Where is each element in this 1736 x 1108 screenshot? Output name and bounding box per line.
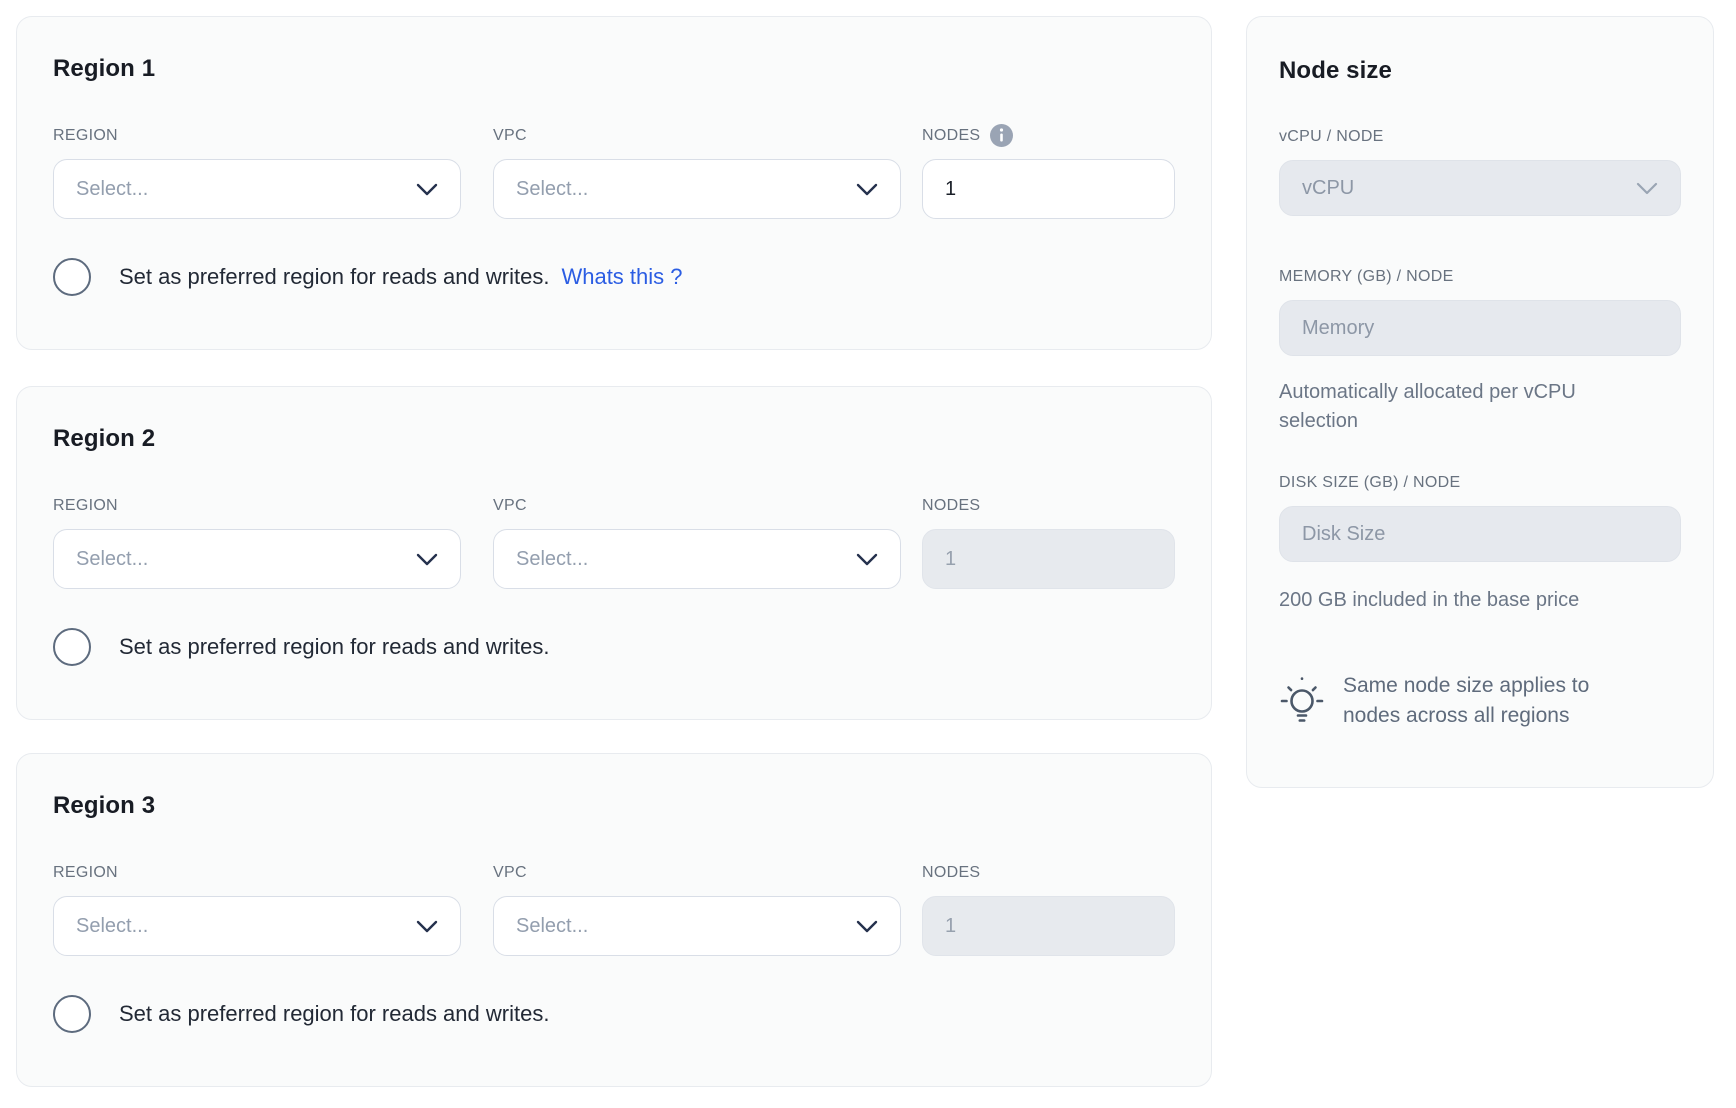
region-fields-row: REGION Select... VPC Select... NODES <box>53 496 1175 589</box>
nodes-label: NODES <box>922 126 1175 145</box>
disk-size-help-text: 200 GB included in the base price <box>1279 586 1639 615</box>
nodes-field: NODES <box>922 126 1175 219</box>
preferred-region-label: Set as preferred region for reads and wr… <box>119 1001 549 1027</box>
region-select-placeholder: Select... <box>76 178 148 201</box>
region-title: Region 3 <box>53 792 1175 820</box>
vpc-field: VPC Select... <box>493 863 901 956</box>
preferred-region-label: Set as preferred region for reads and wr… <box>119 264 549 290</box>
nodes-label-text: NODES <box>922 864 980 882</box>
node-size-card: Node size vCPU / NODE vCPU MEMORY (GB) /… <box>1246 16 1714 788</box>
nodes-input[interactable] <box>922 159 1175 219</box>
lightbulb-icon <box>1279 673 1325 723</box>
region-select[interactable]: Select... <box>53 896 461 956</box>
chevron-down-icon <box>856 553 878 566</box>
whats-this-link[interactable]: Whats this ? <box>561 264 682 290</box>
nodes-field: NODES <box>922 863 1175 956</box>
chevron-down-icon <box>856 183 878 196</box>
info-icon[interactable] <box>990 124 1013 147</box>
region-select[interactable]: Select... <box>53 529 461 589</box>
memory-label: MEMORY (GB) / NODE <box>1279 268 1681 286</box>
preferred-region-radio[interactable] <box>53 995 91 1033</box>
vcpu-select-placeholder: vCPU <box>1302 177 1354 200</box>
preferred-region-row: Set as preferred region for reads and wr… <box>53 258 1175 296</box>
nodes-label: NODES <box>922 863 1175 882</box>
vpc-select-placeholder: Select... <box>516 548 588 571</box>
preferred-region-row: Set as preferred region for reads and wr… <box>53 995 1175 1033</box>
region-select[interactable]: Select... <box>53 159 461 219</box>
region-select-label: REGION <box>53 863 461 882</box>
nodes-label-text: NODES <box>922 497 980 515</box>
node-size-note: Same node size applies to nodes across a… <box>1343 671 1643 731</box>
preferred-region-row: Set as preferred region for reads and wr… <box>53 628 1175 666</box>
vpc-select-label: VPC <box>493 126 901 145</box>
chevron-down-icon <box>1636 182 1658 195</box>
vpc-select-label: VPC <box>493 863 901 882</box>
region-field: REGION Select... <box>53 126 461 219</box>
vpc-select-label: VPC <box>493 496 901 515</box>
vpc-field: VPC Select... <box>493 496 901 589</box>
region-select-label: REGION <box>53 126 461 145</box>
preferred-region-radio[interactable] <box>53 628 91 666</box>
vpc-select[interactable]: Select... <box>493 896 901 956</box>
node-size-note-row: Same node size applies to nodes across a… <box>1279 671 1681 731</box>
region-card-2: Region 2 REGION Select... VPC Select... … <box>16 386 1212 720</box>
chevron-down-icon <box>416 553 438 566</box>
region-select-label: REGION <box>53 496 461 515</box>
vpc-select-placeholder: Select... <box>516 915 588 938</box>
region-fields-row: REGION Select... VPC Select... NODES <box>53 863 1175 956</box>
region-field: REGION Select... <box>53 863 461 956</box>
vcpu-label: vCPU / NODE <box>1279 128 1681 146</box>
region-field: REGION Select... <box>53 496 461 589</box>
region-card-1: Region 1 REGION Select... VPC Select... … <box>16 16 1212 350</box>
chevron-down-icon <box>416 920 438 933</box>
chevron-down-icon <box>856 920 878 933</box>
region-select-placeholder: Select... <box>76 548 148 571</box>
region-fields-row: REGION Select... VPC Select... NODES <box>53 126 1175 219</box>
chevron-down-icon <box>416 183 438 196</box>
disk-size-label: DISK SIZE (GB) / NODE <box>1279 474 1681 492</box>
nodes-label: NODES <box>922 496 1175 515</box>
node-size-title: Node size <box>1279 57 1681 85</box>
region-card-3: Region 3 REGION Select... VPC Select... … <box>16 753 1212 1087</box>
region-select-placeholder: Select... <box>76 915 148 938</box>
preferred-region-radio[interactable] <box>53 258 91 296</box>
nodes-label-text: NODES <box>922 127 980 145</box>
nodes-input-disabled <box>922 529 1175 589</box>
nodes-field: NODES <box>922 496 1175 589</box>
region-title: Region 2 <box>53 425 1175 453</box>
memory-help-text: Automatically allocated per vCPU selecti… <box>1279 378 1639 436</box>
disk-size-input-disabled <box>1279 506 1681 562</box>
nodes-input-disabled <box>922 896 1175 956</box>
vpc-field: VPC Select... <box>493 126 901 219</box>
memory-input-disabled <box>1279 300 1681 356</box>
vpc-select[interactable]: Select... <box>493 159 901 219</box>
region-title: Region 1 <box>53 55 1175 83</box>
vpc-select-placeholder: Select... <box>516 178 588 201</box>
preferred-region-label: Set as preferred region for reads and wr… <box>119 634 549 660</box>
vpc-select[interactable]: Select... <box>493 529 901 589</box>
vcpu-select-disabled: vCPU <box>1279 160 1681 216</box>
